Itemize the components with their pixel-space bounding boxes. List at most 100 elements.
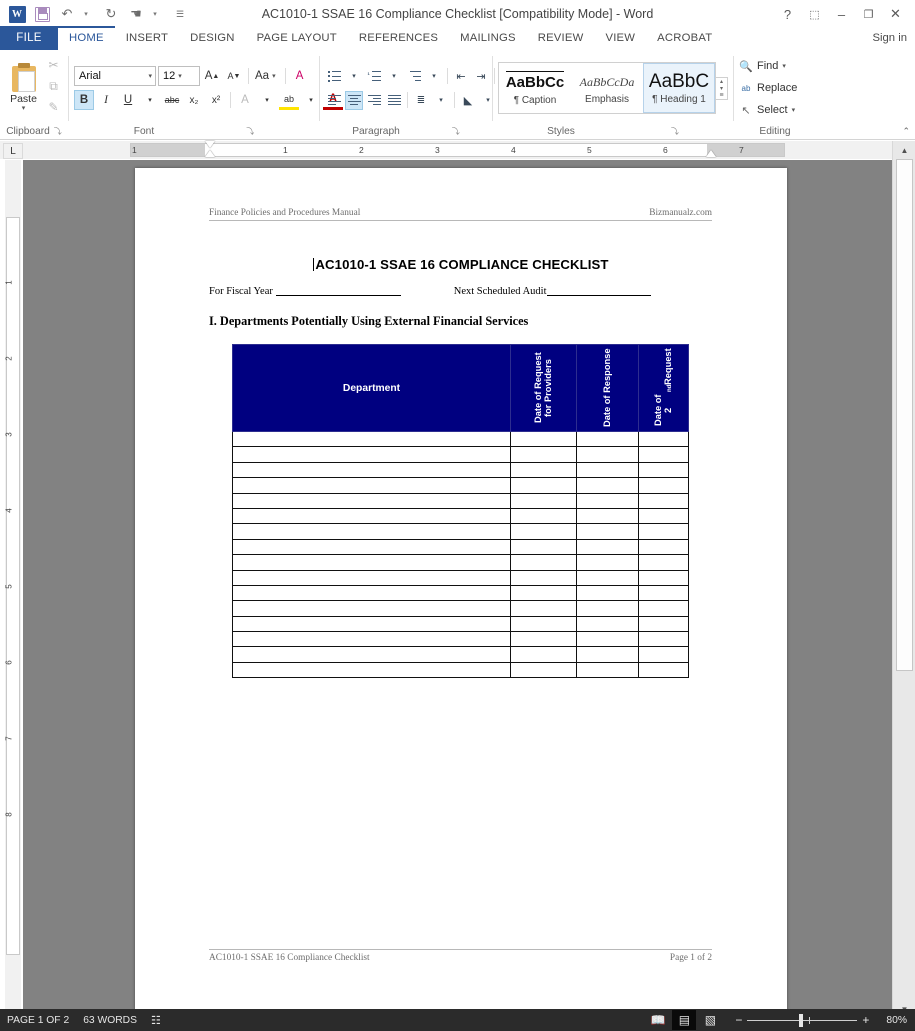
table-cell[interactable] bbox=[510, 569, 577, 586]
table-cell[interactable] bbox=[576, 661, 639, 679]
replace-button[interactable]: ab Replace bbox=[739, 79, 798, 98]
zoom-thumb[interactable] bbox=[799, 1013, 804, 1027]
table-row[interactable] bbox=[232, 461, 689, 479]
numbering-caret-icon[interactable]: ▾ bbox=[385, 67, 403, 86]
styles-scroll-up-icon[interactable]: ▴ bbox=[716, 78, 727, 85]
highlight-color-icon[interactable]: ab bbox=[279, 90, 299, 110]
table-cell[interactable] bbox=[510, 538, 577, 556]
table-cell[interactable] bbox=[510, 646, 577, 663]
table-row[interactable] bbox=[232, 538, 689, 556]
zoom-slider[interactable]: − + bbox=[730, 1013, 874, 1027]
table-cell[interactable] bbox=[232, 523, 511, 540]
next-audit-blank[interactable] bbox=[546, 285, 651, 296]
horizontal-ruler[interactable]: 1 1 2 3 4 5 6 7 bbox=[0, 141, 915, 159]
minimize-icon[interactable]: – bbox=[828, 2, 855, 26]
table-cell[interactable] bbox=[232, 584, 511, 602]
compliance-table[interactable]: Department Date of Request for Providers… bbox=[232, 344, 689, 679]
table-row[interactable] bbox=[232, 661, 689, 679]
maximize-icon[interactable]: ❐ bbox=[855, 2, 882, 26]
vertical-scrollbar[interactable]: ▲ ▼ bbox=[892, 141, 915, 1018]
table-cell[interactable] bbox=[576, 523, 639, 540]
page-indicator[interactable]: PAGE 1 OF 2 bbox=[0, 1009, 76, 1031]
sign-in-link[interactable]: Sign in bbox=[872, 26, 915, 50]
tab-stop-selector[interactable]: L bbox=[3, 143, 23, 159]
table-cell[interactable] bbox=[576, 430, 639, 448]
multilevel-list-icon[interactable] bbox=[405, 67, 423, 86]
table-cell[interactable] bbox=[510, 661, 577, 679]
find-caret-icon[interactable]: ▾ bbox=[782, 62, 786, 70]
undo-caret-icon[interactable]: ▾ bbox=[75, 3, 97, 25]
read-mode-icon[interactable]: 📖 bbox=[646, 1010, 670, 1030]
numbering-icon[interactable]: 1 bbox=[365, 67, 383, 86]
find-button[interactable]: 🔍 Find ▾ bbox=[739, 57, 786, 76]
increase-indent-icon[interactable]: ⇥ bbox=[472, 67, 490, 86]
table-cell[interactable] bbox=[638, 600, 689, 617]
table-cell[interactable] bbox=[576, 646, 639, 663]
subscript-button[interactable]: x₂ bbox=[184, 90, 204, 110]
table-cell[interactable] bbox=[510, 584, 577, 602]
table-cell[interactable] bbox=[232, 646, 511, 663]
document-canvas[interactable]: Finance Policies and Procedures Manual B… bbox=[23, 160, 892, 1018]
print-layout-icon[interactable]: ▤ bbox=[672, 1010, 697, 1030]
table-cell[interactable] bbox=[510, 507, 577, 525]
table-cell[interactable] bbox=[510, 554, 577, 571]
table-cell[interactable] bbox=[638, 538, 689, 556]
cut-icon[interactable]: ✂ bbox=[44, 56, 63, 75]
line-spacing-icon[interactable]: ≣ bbox=[412, 91, 430, 110]
table-cell[interactable] bbox=[232, 569, 511, 586]
table-cell[interactable] bbox=[232, 430, 511, 448]
tab-home[interactable]: HOME bbox=[58, 26, 115, 50]
table-cell[interactable] bbox=[638, 492, 689, 509]
fiscal-year-blank[interactable] bbox=[275, 285, 401, 296]
clipboard-dialog-launcher-icon[interactable]: ⤵ bbox=[54, 123, 62, 140]
table-cell[interactable] bbox=[232, 600, 511, 617]
underline-button[interactable]: U bbox=[118, 90, 138, 110]
table-cell[interactable] bbox=[232, 446, 511, 463]
tab-page-layout[interactable]: PAGE LAYOUT bbox=[246, 26, 348, 50]
table-cell[interactable] bbox=[576, 446, 639, 463]
italic-button[interactable]: I bbox=[96, 90, 116, 110]
table-cell[interactable] bbox=[232, 661, 511, 679]
table-row[interactable] bbox=[232, 615, 689, 633]
underline-caret-icon[interactable]: ▾ bbox=[140, 90, 160, 110]
web-layout-icon[interactable]: ▧ bbox=[698, 1010, 722, 1030]
tab-insert[interactable]: INSERT bbox=[115, 26, 179, 50]
table-cell[interactable] bbox=[638, 615, 689, 633]
table-row[interactable] bbox=[232, 446, 689, 463]
table-cell[interactable] bbox=[576, 554, 639, 571]
table-row[interactable] bbox=[232, 477, 689, 494]
table-cell[interactable] bbox=[510, 446, 577, 463]
table-cell[interactable] bbox=[576, 600, 639, 617]
table-row[interactable] bbox=[232, 492, 689, 509]
table-cell[interactable] bbox=[638, 554, 689, 571]
touch-caret-icon[interactable]: ▾ bbox=[144, 3, 166, 25]
select-caret-icon[interactable]: ▾ bbox=[792, 106, 796, 114]
tab-mailings[interactable]: MAILINGS bbox=[449, 26, 527, 50]
table-row[interactable] bbox=[232, 584, 689, 602]
table-cell[interactable] bbox=[232, 461, 511, 479]
table-cell[interactable] bbox=[232, 631, 511, 648]
document-page[interactable]: Finance Policies and Procedures Manual B… bbox=[135, 168, 787, 1013]
tab-review[interactable]: REVIEW bbox=[527, 26, 595, 50]
scrollbar-thumb[interactable] bbox=[896, 159, 913, 671]
table-cell[interactable] bbox=[232, 492, 511, 509]
paragraph-dialog-launcher-icon[interactable]: ⤵ bbox=[452, 123, 460, 140]
help-icon[interactable]: ? bbox=[774, 2, 801, 26]
strikethrough-button[interactable]: abc bbox=[162, 90, 182, 110]
table-row[interactable] bbox=[232, 631, 689, 648]
table-cell[interactable] bbox=[510, 631, 577, 648]
table-row[interactable] bbox=[232, 646, 689, 663]
align-left-icon[interactable] bbox=[325, 91, 343, 110]
customize-qat-icon[interactable]: ☰ bbox=[169, 3, 191, 25]
table-row[interactable] bbox=[232, 554, 689, 571]
select-button[interactable]: ↖ Select ▾ bbox=[739, 101, 795, 120]
shrink-font-icon[interactable]: A ▼ bbox=[224, 66, 244, 86]
ribbon-display-options-icon[interactable]: ⬚ bbox=[801, 2, 828, 26]
table-cell[interactable] bbox=[510, 492, 577, 509]
tab-file[interactable]: FILE bbox=[0, 26, 58, 50]
table-cell[interactable] bbox=[576, 569, 639, 586]
tab-references[interactable]: REFERENCES bbox=[348, 26, 449, 50]
font-size-input[interactable]: 12 ▾ bbox=[158, 66, 200, 86]
table-cell[interactable] bbox=[638, 523, 689, 540]
font-size-caret-icon[interactable]: ▾ bbox=[175, 72, 185, 80]
